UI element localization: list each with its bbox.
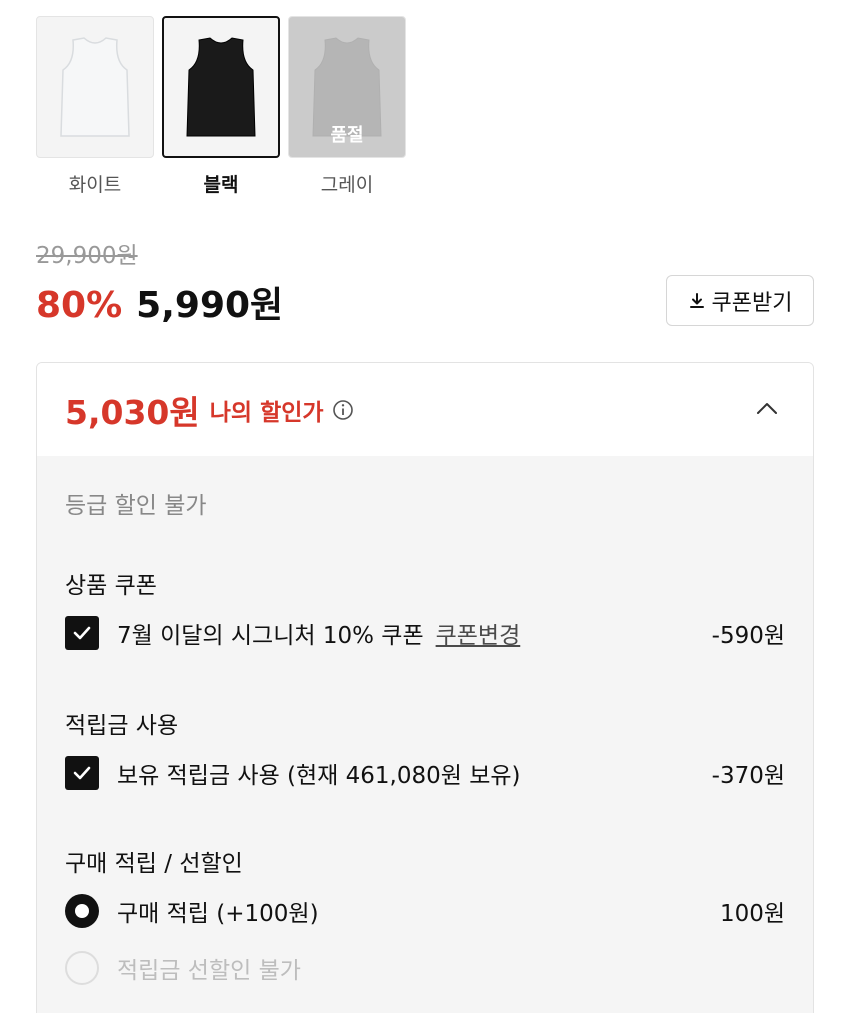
purchase-points-radio[interactable] bbox=[65, 894, 99, 928]
get-coupon-label: 쿠폰받기 bbox=[711, 290, 793, 316]
tank-top-black-icon bbox=[186, 37, 256, 137]
grade-discount-note: 등급 할인 불가 bbox=[65, 493, 207, 519]
color-swatches: 화이트 블랙 품절 그레이 bbox=[36, 16, 406, 197]
product-coupon-checkbox[interactable] bbox=[65, 616, 99, 650]
swatch-white-label: 화이트 bbox=[68, 174, 122, 196]
info-icon[interactable] bbox=[332, 399, 354, 421]
swatch-black-image bbox=[162, 16, 280, 158]
sold-out-overlay: 품절 bbox=[289, 17, 405, 157]
price-row: 80% 5,990원 bbox=[36, 276, 283, 328]
prediscount-label: 적립금 선할인 불가 bbox=[117, 958, 301, 984]
original-price: 29,900원 bbox=[36, 243, 138, 269]
product-coupon-row: 7월 이달의 시그니처 10% 쿠폰 쿠폰변경 -590원 bbox=[65, 616, 785, 650]
my-discount-panel: 5,030원 나의 할인가 등급 할인 불가 상품 쿠폰 7월 이달의 시그니처… bbox=[36, 362, 814, 1013]
prediscount-radio[interactable] bbox=[65, 951, 99, 985]
sale-price: 5,990원 bbox=[136, 285, 284, 326]
purchase-points-row: 구매 적립 (+100원) 100원 bbox=[65, 894, 785, 928]
my-discount-body: 등급 할인 불가 상품 쿠폰 7월 이달의 시그니처 10% 쿠폰 쿠폰변경 -… bbox=[37, 456, 813, 1013]
change-coupon-link[interactable]: 쿠폰변경 bbox=[436, 616, 521, 650]
get-coupon-button[interactable]: 쿠폰받기 bbox=[666, 275, 814, 326]
download-icon bbox=[689, 292, 704, 308]
purchase-points-amount: 100원 bbox=[719, 901, 785, 927]
swatch-black[interactable]: 블랙 bbox=[162, 16, 280, 197]
swatch-black-label: 블랙 bbox=[203, 174, 239, 196]
swatch-gray-image: 품절 bbox=[288, 16, 406, 158]
product-coupon-label: 7월 이달의 시그니처 10% 쿠폰 bbox=[117, 623, 424, 649]
discount-rate: 80% bbox=[36, 285, 123, 326]
my-discount-header[interactable]: 5,030원 나의 할인가 bbox=[37, 363, 813, 456]
swatch-white-image bbox=[36, 16, 154, 158]
points-use-title: 적립금 사용 bbox=[65, 713, 179, 739]
chevron-up-icon[interactable] bbox=[753, 395, 781, 423]
points-use-label: 보유 적립금 사용 (현재 461,080원 보유) bbox=[117, 763, 521, 789]
swatch-gray-label: 그레이 bbox=[320, 174, 374, 196]
points-use-amount: -370원 bbox=[711, 763, 785, 789]
check-icon bbox=[73, 626, 91, 640]
points-use-row: 보유 적립금 사용 (현재 461,080원 보유) -370원 bbox=[65, 756, 785, 790]
tank-top-white-icon bbox=[60, 37, 130, 137]
swatch-white[interactable]: 화이트 bbox=[36, 16, 154, 197]
product-coupon-amount: -590원 bbox=[711, 623, 785, 649]
purchase-points-label: 구매 적립 (+100원) bbox=[117, 901, 319, 927]
product-coupon-title: 상품 쿠폰 bbox=[65, 573, 157, 599]
my-discount-label: 나의 할인가 bbox=[209, 399, 324, 426]
swatch-gray[interactable]: 품절 그레이 bbox=[288, 16, 406, 197]
radio-dot bbox=[75, 904, 89, 918]
points-use-checkbox[interactable] bbox=[65, 756, 99, 790]
prediscount-row: 적립금 선할인 불가 bbox=[65, 951, 785, 985]
my-discount-price: 5,030원 bbox=[65, 392, 200, 432]
purchase-points-title: 구매 적립 / 선할인 bbox=[65, 851, 243, 877]
check-icon bbox=[73, 766, 91, 780]
